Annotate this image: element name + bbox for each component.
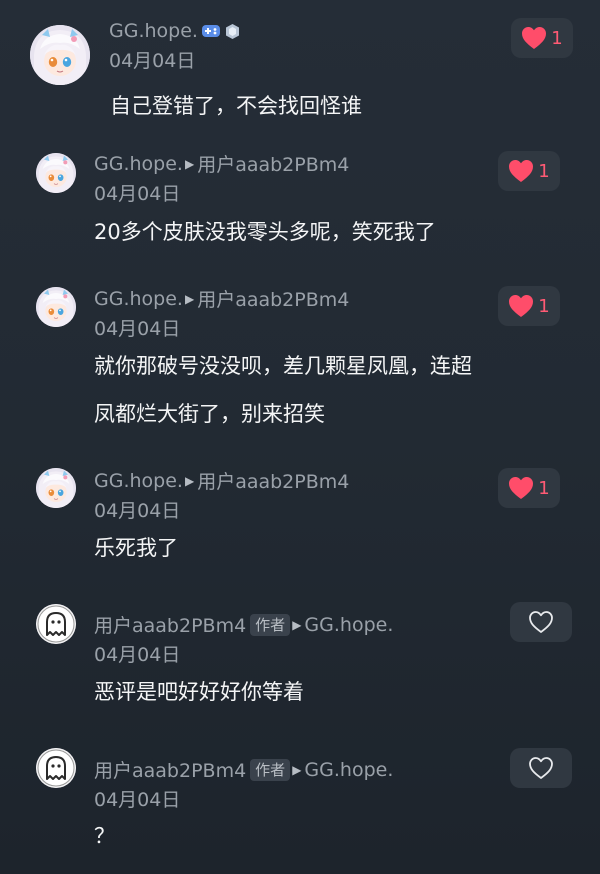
anime-girl-avatar-icon xyxy=(30,25,90,85)
username[interactable]: 用户aaab2PBm4 xyxy=(94,611,246,638)
comment-text: ？ xyxy=(94,824,115,848)
comment-date: 04月04日 xyxy=(94,183,181,205)
comment-date: 04月04日 xyxy=(94,500,181,522)
reply-header: GG.hope. ▶ 用户aaab2PBm4 xyxy=(94,150,349,177)
comment-header: GG.hope. xyxy=(109,20,241,42)
reply-arrow-icon: ▶ xyxy=(184,291,195,306)
level-badge-icon xyxy=(224,23,241,40)
anime-girl-avatar-icon xyxy=(36,468,76,508)
user-avatar[interactable] xyxy=(36,153,76,193)
username[interactable]: GG.hope. xyxy=(94,288,183,310)
reply-item: GG.hope. ▶ 用户aaab2PBm4 04月04日 乐死我了 1 xyxy=(0,457,600,592)
like-button[interactable] xyxy=(510,602,572,642)
username[interactable]: GG.hope. xyxy=(94,153,183,175)
username[interactable]: 用户aaab2PBm4 xyxy=(94,756,246,783)
heart-filled-icon xyxy=(508,294,534,318)
comment-date: 04月04日 xyxy=(94,318,181,340)
comment-text-line-2: 凤都烂大街了，别来招笑 xyxy=(94,402,325,426)
author-tag: 作者 xyxy=(250,758,291,781)
reply-header: GG.hope. ▶ 用户aaab2PBm4 xyxy=(94,467,349,494)
like-count: 1 xyxy=(538,477,550,499)
reply-header: GG.hope. ▶ 用户aaab2PBm4 xyxy=(94,285,349,312)
reply-arrow-icon: ▶ xyxy=(184,156,195,171)
comment-date: 04月04日 xyxy=(94,789,181,811)
heart-outline-icon xyxy=(528,756,554,780)
reply-header: 用户aaab2PBm4 作者 ▶ GG.hope. xyxy=(94,611,393,638)
reply-to-username[interactable]: GG.hope. xyxy=(304,614,393,636)
like-button[interactable]: 1 xyxy=(498,286,560,326)
reply-arrow-icon: ▶ xyxy=(184,473,195,488)
reply-item: GG.hope. ▶ 用户aaab2PBm4 04月04日 就你那破号没没呗，差… xyxy=(0,275,600,455)
reply-to-username[interactable]: GG.hope. xyxy=(304,759,393,781)
reply-header: 用户aaab2PBm4 作者 ▶ GG.hope. xyxy=(94,756,393,783)
like-count: 1 xyxy=(538,295,550,317)
game-controller-icon xyxy=(201,23,221,39)
username[interactable]: GG.hope. xyxy=(94,470,183,492)
ghost-avatar-icon xyxy=(36,748,76,788)
heart-outline-icon xyxy=(528,610,554,634)
heart-filled-icon xyxy=(508,159,534,183)
reply-to-username[interactable]: 用户aaab2PBm4 xyxy=(197,285,349,312)
user-avatar[interactable] xyxy=(30,25,90,85)
user-avatar[interactable] xyxy=(36,287,76,327)
comment-date: 04月04日 xyxy=(94,644,181,666)
user-avatar[interactable] xyxy=(36,604,76,644)
username[interactable]: GG.hope. xyxy=(109,20,198,42)
comment-text: 20多个皮肤没我零头多呢，笑死我了 xyxy=(94,220,436,244)
heart-filled-icon xyxy=(521,26,547,50)
reply-item: GG.hope. ▶ 用户aaab2PBm4 04月04日 20多个皮肤没我零头… xyxy=(0,140,600,275)
comment-text: 恶评是吧好好好你等着 xyxy=(94,680,304,704)
like-button[interactable]: 1 xyxy=(498,468,560,508)
comment-text: 自己登错了，不会找回怪谁 xyxy=(110,94,362,118)
anime-girl-avatar-icon xyxy=(36,287,76,327)
comment-text: 乐死我了 xyxy=(94,536,178,560)
like-button[interactable]: 1 xyxy=(511,18,573,58)
reply-to-username[interactable]: 用户aaab2PBm4 xyxy=(197,150,349,177)
user-avatar[interactable] xyxy=(36,748,76,788)
user-avatar[interactable] xyxy=(36,468,76,508)
reply-arrow-icon: ▶ xyxy=(292,762,302,777)
reply-to-username[interactable]: 用户aaab2PBm4 xyxy=(197,467,349,494)
comment-text-line-1: 就你那破号没没呗，差几颗星凤凰，连超 xyxy=(94,354,472,378)
like-button[interactable] xyxy=(510,748,572,788)
like-count: 1 xyxy=(538,160,550,182)
reply-arrow-icon: ▶ xyxy=(292,617,302,632)
comment-date: 04月04日 xyxy=(109,50,196,72)
anime-girl-avatar-icon xyxy=(36,153,76,193)
ghost-avatar-icon xyxy=(36,604,76,644)
comment-main: GG.hope. 04月04日 自己登错了，不会找回怪谁 1 xyxy=(0,0,600,140)
like-button[interactable]: 1 xyxy=(498,151,560,191)
author-tag: 作者 xyxy=(250,613,291,636)
reply-item: 用户aaab2PBm4 作者 ▶ GG.hope. 04月04日 恶评是吧好好好… xyxy=(0,596,600,741)
reply-item: 用户aaab2PBm4 作者 ▶ GG.hope. 04月04日 ？ xyxy=(0,741,600,874)
heart-filled-icon xyxy=(508,476,534,500)
like-count: 1 xyxy=(551,27,563,49)
